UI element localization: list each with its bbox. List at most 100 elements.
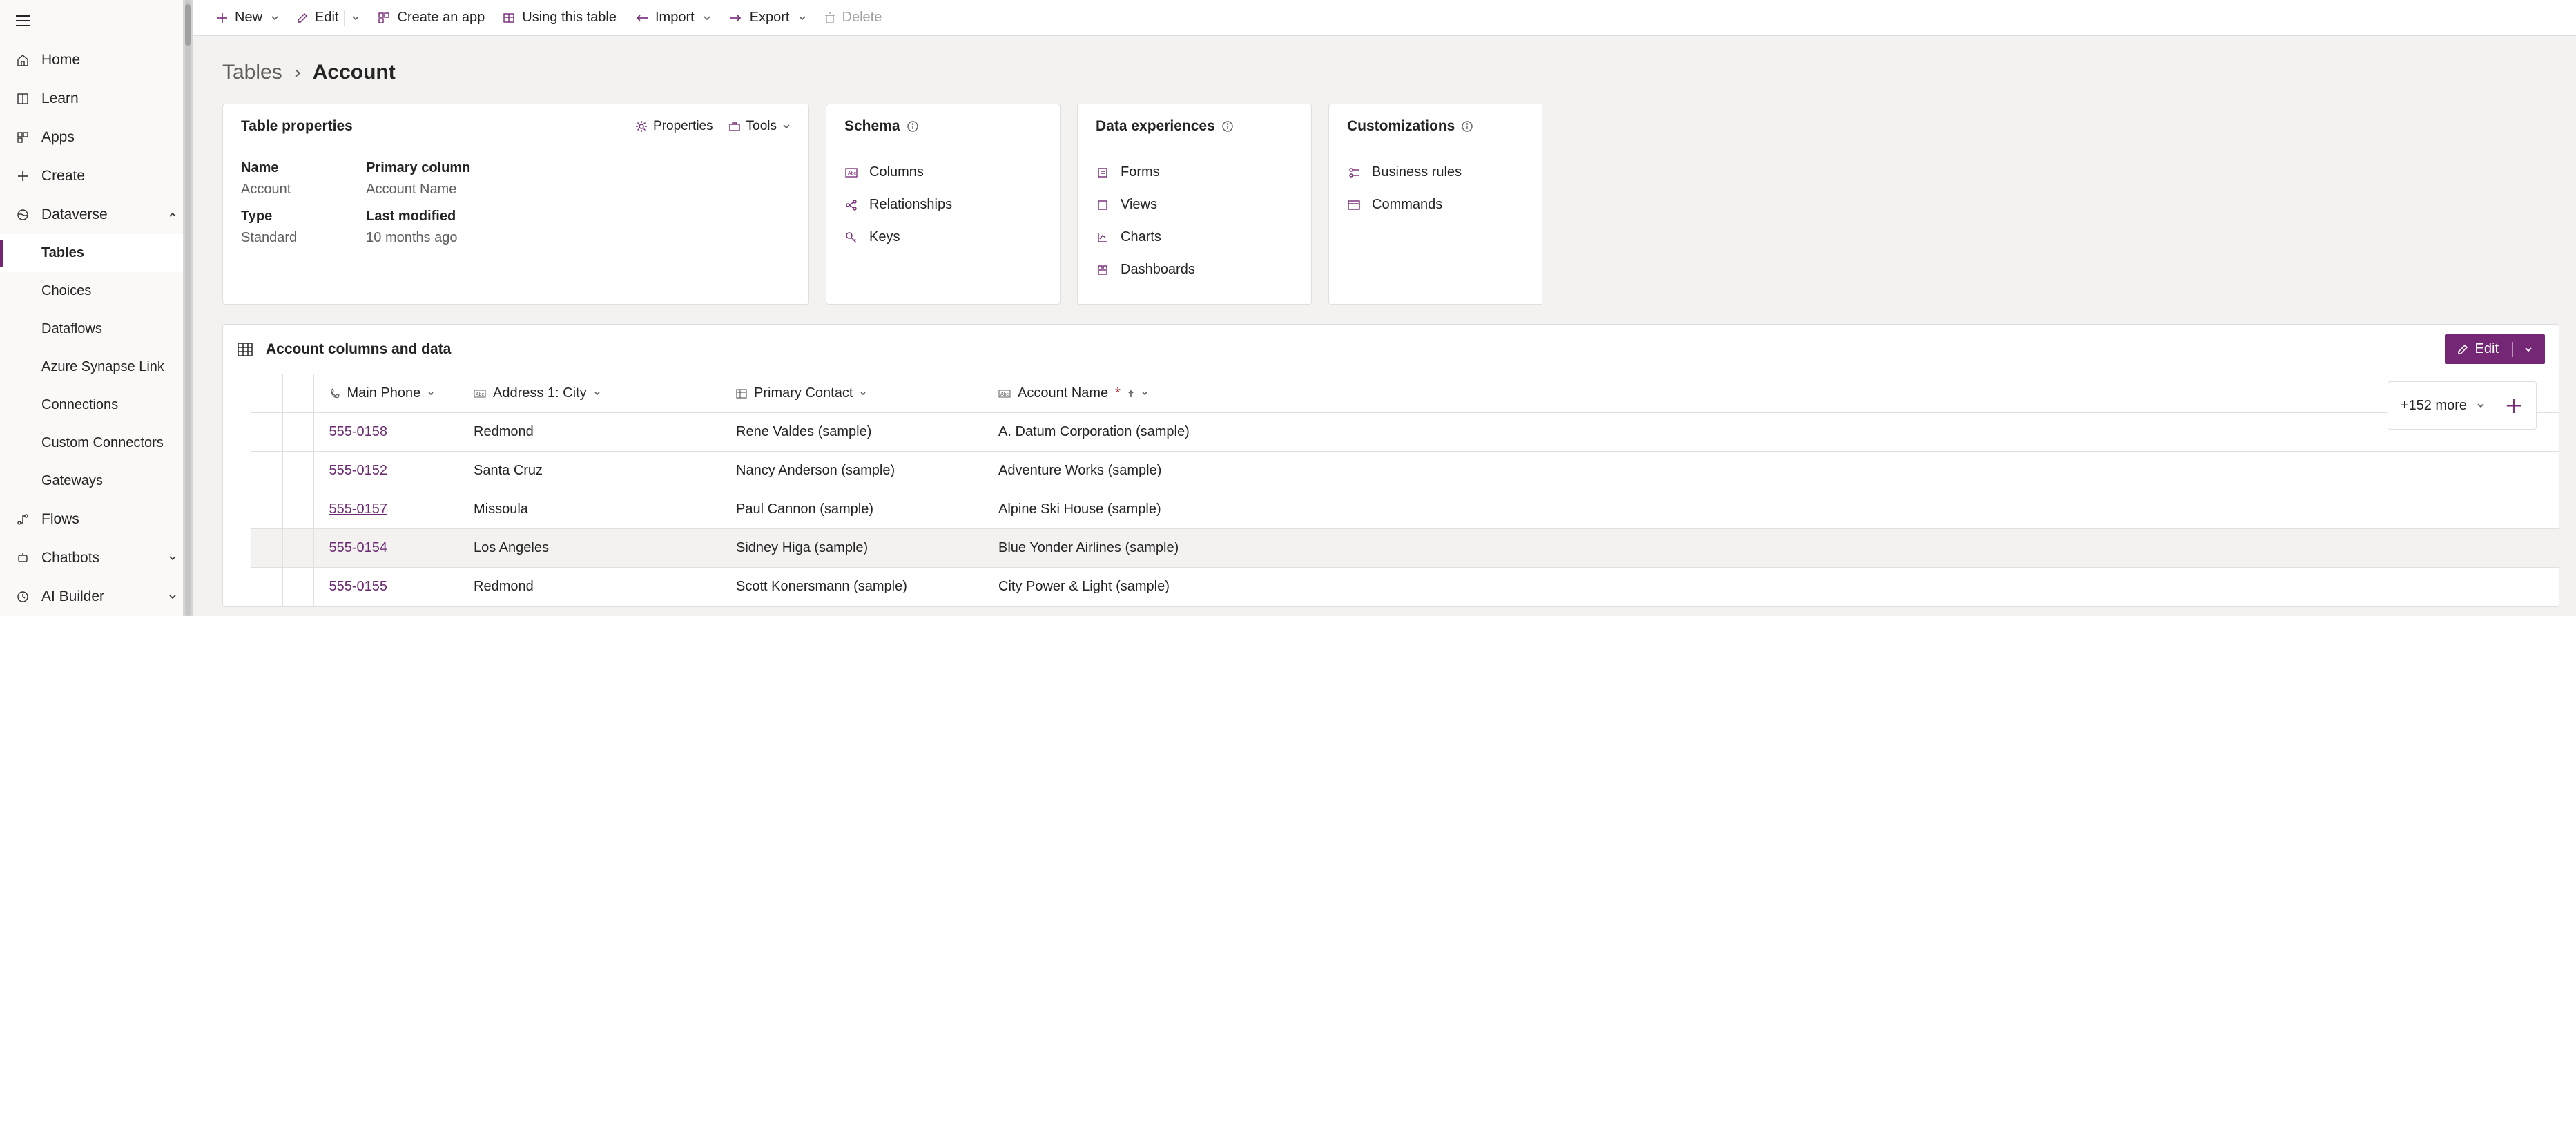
sidebar-item-apps[interactable]: Apps [0,118,193,157]
more-columns-button[interactable]: +152 more ＋ [2388,381,2537,430]
import-icon [635,10,648,26]
info-icon[interactable] [1222,118,1233,135]
sidebar-item-chatbots[interactable]: Chatbots [0,539,193,577]
sidebar-item-label: Apps [41,129,75,146]
gear-icon [635,119,648,134]
lookup-icon [736,385,747,401]
row-selector-header[interactable] [251,374,282,413]
forms-link[interactable]: Forms [1096,156,1293,189]
sidebar-item-flows[interactable]: Flows [0,500,193,539]
sidebar-item-label: Chatbots [41,550,99,566]
schema-columns-link[interactable]: AbcColumns [844,156,1042,189]
cell-name[interactable]: City Power & Light (sample) [983,568,2559,606]
properties-button[interactable]: Properties [635,119,713,134]
breadcrumb-root[interactable]: Tables [222,61,282,84]
table-row[interactable]: 555-0158RedmondRene Valdes (sample)A. Da… [251,413,2559,452]
cell-phone[interactable]: 555-0154 [313,529,458,568]
sidebar-item-learn[interactable]: Learn [0,79,193,118]
cell-city[interactable]: Redmond [458,413,721,452]
link-label: Relationships [869,197,952,213]
row-selector[interactable] [251,452,282,490]
pencil-icon [297,10,308,26]
tools-button[interactable]: Tools [728,119,791,134]
cell-phone[interactable]: 555-0155 [313,568,458,606]
sidebar-item-create[interactable]: Create [0,157,193,195]
sidebar-item-connections[interactable]: Connections [0,386,193,424]
add-column-button[interactable]: ＋ [2504,392,2524,419]
table-row[interactable]: 555-0152Santa CruzNancy Anderson (sample… [251,452,2559,490]
column-header-city[interactable]: AbcAddress 1: City [458,374,721,413]
cell-phone[interactable]: 555-0152 [313,452,458,490]
info-icon[interactable] [907,118,918,135]
cell-city[interactable]: Los Angeles [458,529,721,568]
sidebar-item-dataverse[interactable]: Dataverse [0,195,193,234]
cell-city[interactable]: Santa Cruz [458,452,721,490]
text-icon: Abc [998,385,1011,401]
cell-name[interactable]: Blue Yonder Airlines (sample) [983,529,2559,568]
more-label: +152 more [2401,398,2467,414]
cell-phone[interactable]: 555-0157 [313,490,458,529]
data-table: Main Phone AbcAddress 1: City Primary Co… [251,374,2559,606]
sidebar-item-dataflows[interactable]: Dataflows [0,310,193,348]
table-properties-card: Table properties Properties Tools [222,104,809,305]
info-icon[interactable] [1462,118,1473,135]
sidebar-item-ai-builder[interactable]: AI Builder [0,577,193,616]
cell-contact[interactable]: Sidney Higa (sample) [721,529,983,568]
column-header-contact[interactable]: Primary Contact [721,374,983,413]
column-header-name[interactable]: AbcAccount Name* [983,374,2559,413]
sidebar-item-gateways[interactable]: Gateways [0,462,193,500]
command-label: Delete [842,10,882,26]
table-row[interactable]: 555-0157MissoulaPaul Cannon (sample)Alpi… [251,490,2559,529]
cell-contact[interactable]: Paul Cannon (sample) [721,490,983,529]
views-link[interactable]: Views [1096,189,1293,221]
prop-value: Account Name [366,182,470,198]
sidebar-item-home[interactable]: Home [0,41,193,79]
sidebar-item-custom-connectors[interactable]: Custom Connectors [0,424,193,462]
command-label: Using this table [522,10,617,26]
using-table-button[interactable]: Using this table [503,10,617,26]
sidebar-item-synapse[interactable]: Azure Synapse Link [0,348,193,386]
home-icon [15,53,30,67]
svg-text:Abc: Abc [1000,392,1009,397]
row-color [282,568,313,606]
cell-phone[interactable]: 555-0158 [313,413,458,452]
row-selector[interactable] [251,413,282,452]
chevron-down-icon [782,119,791,134]
schema-relationships-link[interactable]: Relationships [844,189,1042,221]
sidebar-scrollbar[interactable] [183,0,193,616]
cell-name[interactable]: Alpine Ski House (sample) [983,490,2559,529]
cell-name[interactable]: A. Datum Corporation (sample) [983,413,2559,452]
cell-name[interactable]: Adventure Works (sample) [983,452,2559,490]
chevron-down-icon[interactable] [351,10,360,26]
table-row[interactable]: 555-0155RedmondScott Konersmann (sample)… [251,568,2559,606]
rules-icon [1347,164,1361,180]
cell-contact[interactable]: Scott Konersmann (sample) [721,568,983,606]
row-selector[interactable] [251,568,282,606]
cell-contact[interactable]: Nancy Anderson (sample) [721,452,983,490]
export-button[interactable]: Export [729,10,806,26]
edit-button[interactable]: Edit [297,10,360,26]
schema-keys-link[interactable]: Keys [844,221,1042,253]
cell-city[interactable]: Missoula [458,490,721,529]
business-rules-link[interactable]: Business rules [1347,156,1524,189]
column-header-phone[interactable]: Main Phone [313,374,458,413]
import-button[interactable]: Import [635,10,711,26]
sidebar-item-choices[interactable]: Choices [0,272,193,310]
cell-contact[interactable]: Rene Valdes (sample) [721,413,983,452]
link-label: Commands [1372,197,1442,213]
table-row[interactable]: 555-0154Los AngelesSidney Higa (sample)B… [251,529,2559,568]
chevron-down-icon[interactable] [2524,341,2533,357]
sidebar-item-tables[interactable]: Tables [0,234,193,272]
commands-link[interactable]: Commands [1347,189,1524,221]
dashboards-link[interactable]: Dashboards [1096,253,1293,286]
new-button[interactable]: New [217,10,279,26]
sidebar-item-label: Home [41,52,80,68]
row-selector[interactable] [251,529,282,568]
row-selector[interactable] [251,490,282,529]
grid-edit-button[interactable]: Edit [2445,334,2545,364]
create-app-button[interactable]: Create an app [378,10,485,26]
cell-city[interactable]: Redmond [458,568,721,606]
dashboard-icon [1096,262,1110,278]
hamburger-button[interactable] [0,0,193,41]
charts-link[interactable]: Charts [1096,221,1293,253]
